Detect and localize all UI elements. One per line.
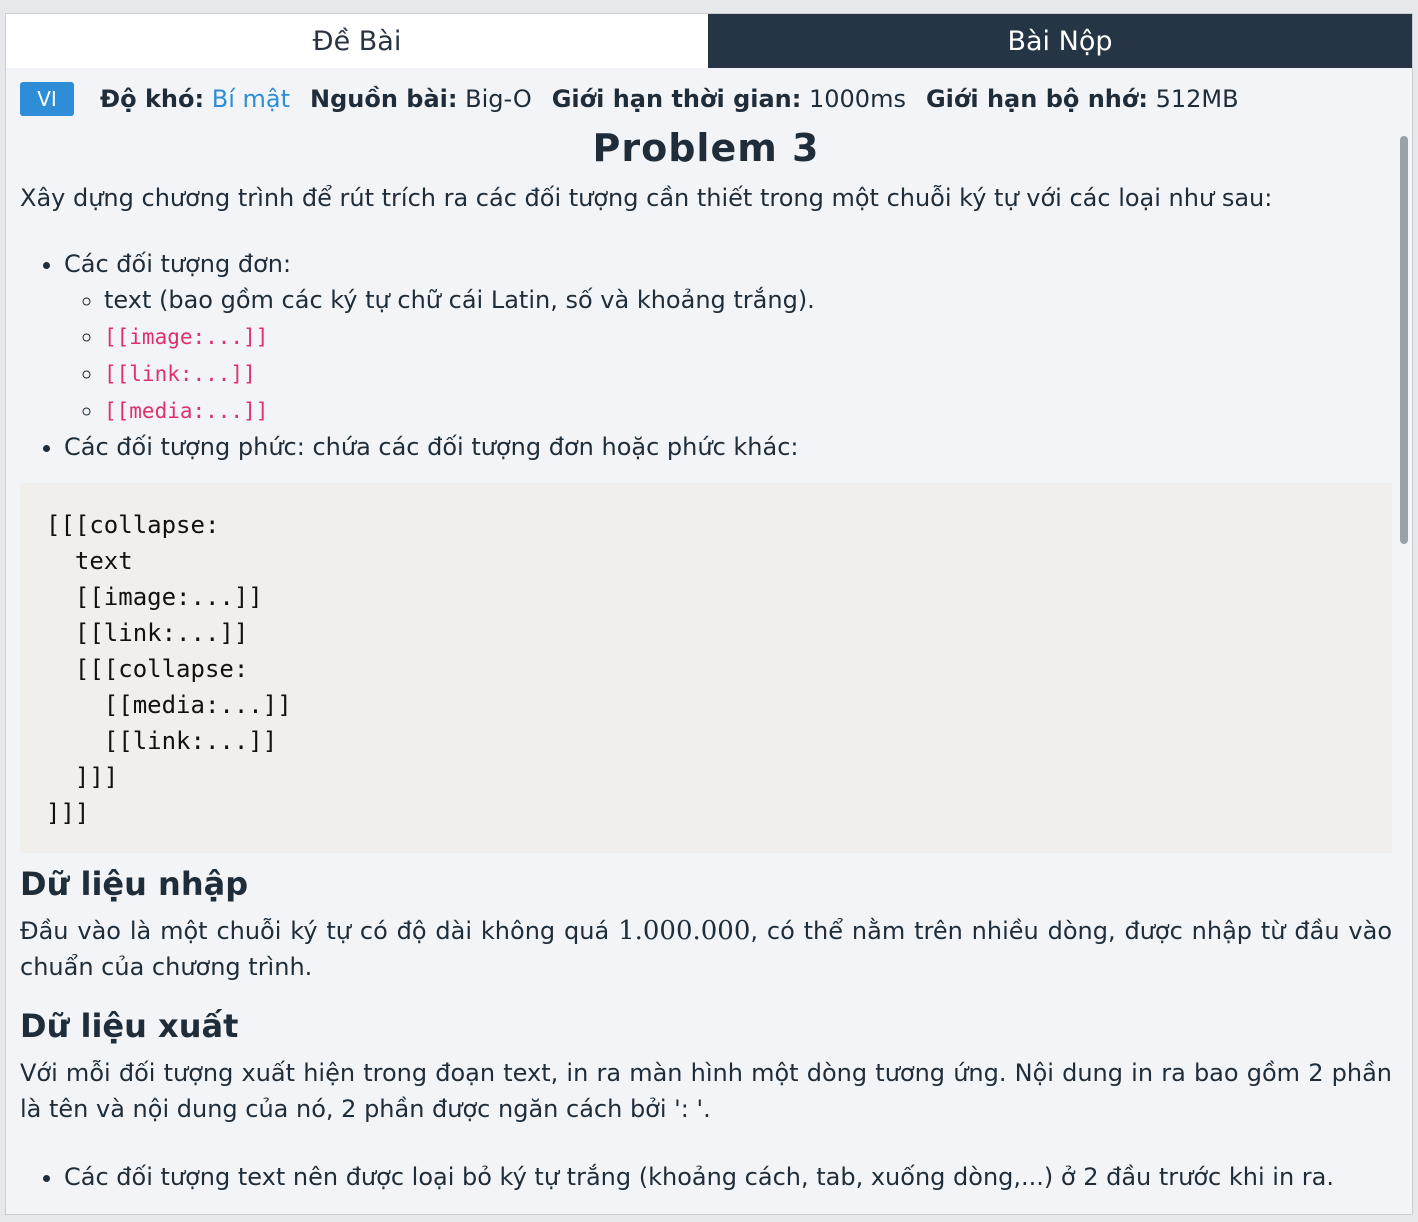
tab-submissions[interactable]: Bài Nộp: [708, 14, 1412, 68]
memory-limit-value: 512MB: [1155, 85, 1239, 113]
time-limit-value: 1000ms: [809, 85, 906, 113]
list-item: text (bao gồm các ký tự chữ cái Latin, s…: [104, 282, 1392, 318]
memory-limit-label: Giới hạn bộ nhớ:: [925, 85, 1148, 113]
code-block: [[[collapse: text [[image:...]] [[link:.…: [20, 483, 1392, 853]
list-item: [[media:...]]: [104, 392, 1392, 429]
inline-code: [[image:...]]: [104, 325, 269, 349]
tab-problem[interactable]: Đề Bài: [6, 14, 708, 68]
simple-objects-label: Các đối tượng đơn:: [64, 250, 292, 278]
problem-intro: Xây dựng chương trình để rút trích ra cá…: [20, 184, 1273, 212]
output-rules-list: Các đối tượng text nên được loại bỏ ký t…: [64, 1159, 1392, 1195]
memory-limit: Giới hạn bộ nhớ: 512MB: [926, 85, 1239, 113]
language-badge[interactable]: VI: [20, 82, 74, 116]
input-length-number: 1.000.000: [618, 916, 751, 946]
problem-meta: VI Độ khó: Bí mật Nguồn bài: Big-O Giới …: [20, 68, 1392, 130]
source-value: Big-O: [465, 85, 532, 113]
difficulty-label: Độ khó:: [100, 85, 205, 113]
list-item: Các đối tượng phức: chứa các đối tượng đ…: [64, 429, 1392, 465]
list-item: Các đối tượng text nên được loại bỏ ký t…: [64, 1159, 1392, 1195]
tab-bar: Đề Bài Bài Nộp: [6, 14, 1412, 68]
list-item: Các đối tượng đơn: text (bao gồm các ký …: [64, 246, 1392, 429]
output-description: Với mỗi đối tượng xuất hiện trong đoạn t…: [20, 1059, 1392, 1123]
scrollbar-thumb[interactable]: [1400, 136, 1408, 544]
object-type-list: Các đối tượng đơn: text (bao gồm các ký …: [64, 246, 1392, 465]
time-limit-label: Giới hạn thời gian:: [551, 85, 802, 113]
list-item: [[link:...]]: [104, 355, 1392, 392]
source: Nguồn bài: Big-O: [310, 85, 532, 113]
time-limit: Giới hạn thời gian: 1000ms: [552, 85, 906, 113]
output-heading: Dữ liệu xuất: [20, 1007, 239, 1045]
simple-object-list: text (bao gồm các ký tự chữ cái Latin, s…: [104, 282, 1392, 429]
problem-title: Problem 3: [592, 126, 820, 170]
difficulty-value[interactable]: Bí mật: [212, 85, 290, 113]
problem-window: Đề Bài Bài Nộp VI Độ khó: Bí mật Nguồn b…: [5, 13, 1413, 1215]
input-description: Đầu vào là một chuỗi ký tự có độ dài khô…: [20, 913, 1392, 985]
inline-code: [[link:...]]: [104, 362, 256, 386]
list-item: [[image:...]]: [104, 318, 1392, 355]
input-text-start: Đầu vào là một chuỗi ký tự có độ dài khô…: [20, 917, 619, 945]
inline-code: [[media:...]]: [104, 399, 269, 423]
difficulty: Độ khó: Bí mật: [100, 85, 290, 113]
source-label: Nguồn bài:: [310, 85, 458, 113]
input-heading: Dữ liệu nhập: [20, 865, 249, 903]
problem-content: VI Độ khó: Bí mật Nguồn bài: Big-O Giới …: [6, 68, 1412, 1214]
